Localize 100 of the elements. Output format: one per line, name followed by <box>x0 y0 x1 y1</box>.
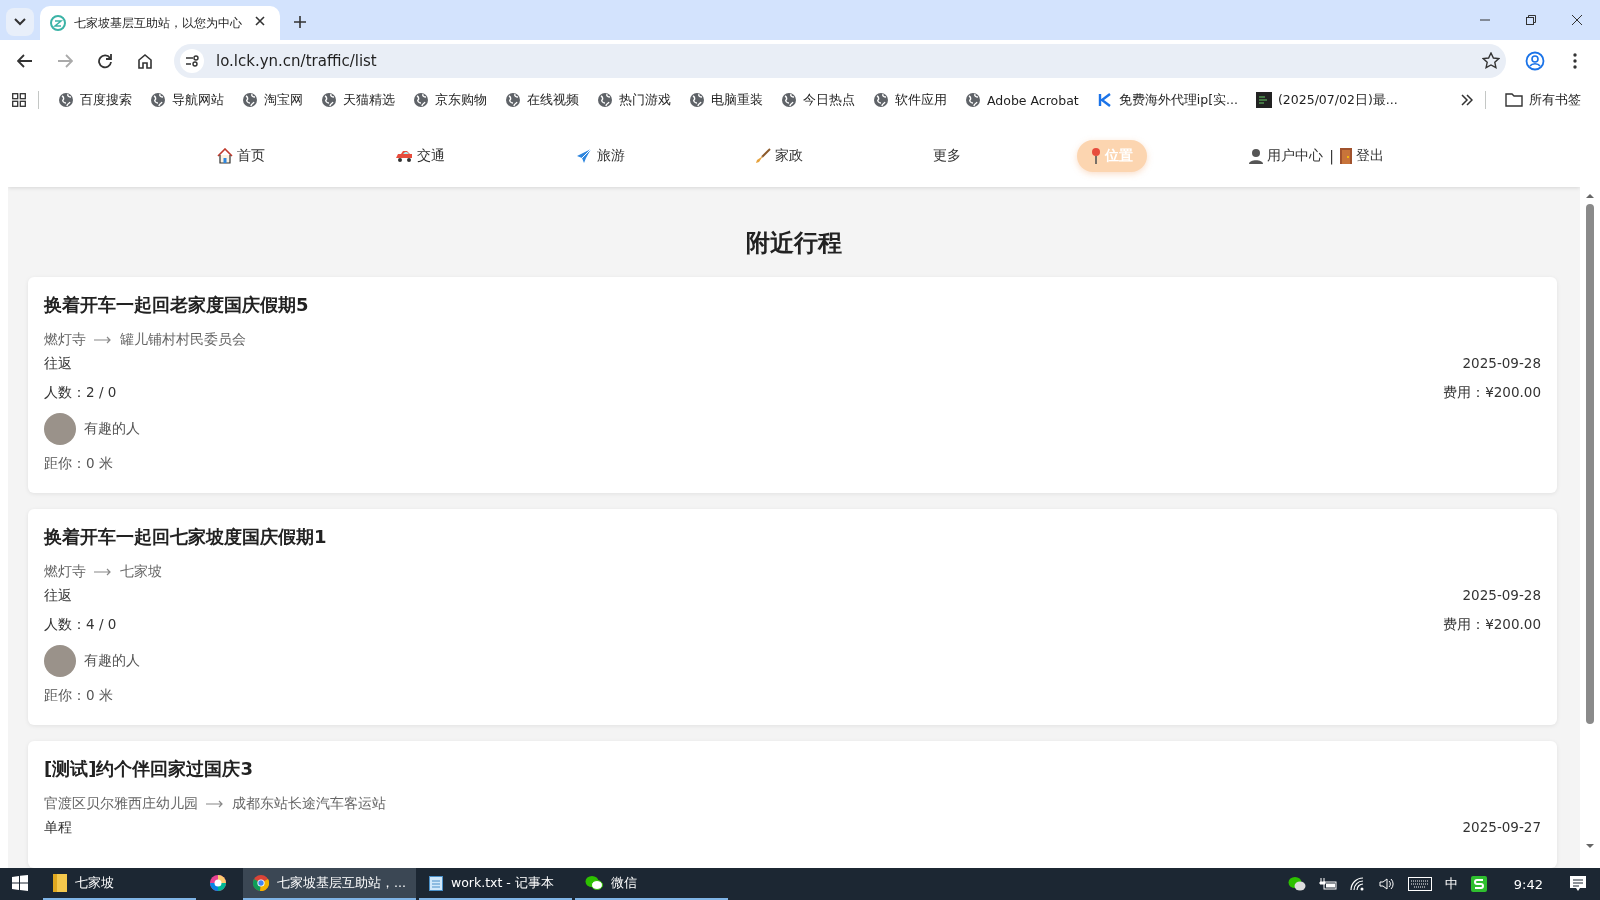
page-heading: 附近行程 <box>745 228 843 259</box>
more-icon <box>1573 53 1577 69</box>
arrow-right-icon <box>94 568 112 576</box>
wifi-icon[interactable] <box>1349 877 1366 891</box>
trip-title[interactable]: [测试]约个伴回家过国庆3 <box>44 757 1541 781</box>
globe-icon <box>965 92 981 108</box>
reload-icon <box>97 53 113 69</box>
star-icon[interactable] <box>1482 52 1500 70</box>
bookmark-item[interactable]: 热门游戏 <box>590 87 678 113</box>
folder-icon <box>53 874 67 892</box>
globe-icon <box>781 92 797 108</box>
bookmark-item[interactable]: 京东购物 <box>406 87 494 113</box>
trip-fee: 费用：¥200.00 <box>1443 384 1541 402</box>
restore-icon <box>1526 15 1536 25</box>
close-icon <box>1572 15 1582 25</box>
origin-text: 官渡区贝尔雅西庄幼儿园 <box>44 795 198 813</box>
distance-text: 距你：0 米 <box>44 455 114 473</box>
nav-link[interactable]: 家政 <box>741 139 818 172</box>
avatar-photo-placeholder <box>44 413 76 445</box>
forward-arrow-icon <box>57 53 73 69</box>
address-bar[interactable]: lo.lck.yn.cn/traffic/list <box>174 44 1506 78</box>
trip-type: 单程 <box>44 819 72 837</box>
destination-text: 成都东站长途汽车客运站 <box>232 795 386 813</box>
origin-text: 燃灯寺 <box>44 563 86 581</box>
trip-fee: 费用：¥200.00 <box>1443 616 1541 634</box>
trip-card[interactable]: [测试]约个伴回家过国庆3 官渡区贝尔雅西庄幼儿园 成都东站长途汽车客运站 单程 2025-09-27 <box>28 741 1557 868</box>
clock-time[interactable]: 9:42 <box>1513 876 1543 892</box>
site-logo-icon <box>50 15 66 31</box>
nav-link[interactable]: 旅游 <box>561 139 640 172</box>
input-method-indicator[interactable]: 中 <box>1444 875 1458 893</box>
user-center-link[interactable]: 用户中心 <box>1249 146 1324 165</box>
trip-title[interactable]: 换着开车一起回老家度国庆假期5 <box>44 293 1541 317</box>
trip-date: 2025-09-28 <box>1462 355 1541 373</box>
trip-card[interactable]: 换着开车一起回七家坡度国庆假期1 燃灯寺 七家坡 往返 2025-09-28 人数：4 / 0 费用：¥200.00 有趣的人 距你：0 米 <box>28 509 1557 725</box>
logout-link[interactable]: 登出 <box>1340 146 1384 165</box>
chevron-double-right-icon[interactable] <box>1461 94 1473 106</box>
trip-type: 往返 <box>44 355 72 373</box>
keyboard-icon[interactable] <box>1407 877 1432 891</box>
all-bookmarks-button[interactable]: 所有书签 <box>1498 87 1588 113</box>
avatar-photo-placeholder <box>44 645 76 677</box>
bookmark-item[interactable]: 天猫精选 <box>314 87 402 113</box>
bookmark-item[interactable]: 免费海外代理ip[实... <box>1089 87 1245 113</box>
bookmark-item[interactable]: 在线视频 <box>498 87 586 113</box>
pushpin-icon <box>1091 146 1102 165</box>
bookmark-item[interactable]: 淘宝网 <box>235 87 310 113</box>
car-icon <box>395 148 414 163</box>
chrome-logo-icon <box>253 875 269 891</box>
bookmark-item[interactable]: 导航网站 <box>143 87 231 113</box>
broom-icon <box>755 147 772 164</box>
windows-logo-icon <box>12 875 28 891</box>
trip-card[interactable]: 换着开车一起回老家度国庆假期5 燃灯寺 罐儿铺村村民委员会 往返 2025-09-28 人数：2 / 0 费用：¥200.00 有趣的人 距你：0 米 <box>28 277 1557 493</box>
color-wheel-icon <box>209 874 227 892</box>
globe-icon <box>58 92 74 108</box>
person-icon <box>1249 147 1264 164</box>
taskbar-app[interactable]: 七家坡基层互助站，... <box>243 868 416 900</box>
globe-icon <box>413 92 429 108</box>
url-text: lo.lck.yn.cn/traffic/list <box>216 52 377 70</box>
bookmark-item[interactable]: (2025/07/02日)最... <box>1248 87 1405 113</box>
battery-icon[interactable] <box>1318 878 1337 890</box>
tab-title: 七家坡基层互助站，以您为中心 <box>74 15 242 31</box>
destination-text: 罐儿铺村村民委员会 <box>120 331 246 349</box>
nav-link[interactable]: 更多 <box>919 139 976 172</box>
folder-icon <box>1505 93 1523 107</box>
bookmark-item[interactable]: 今日热点 <box>774 87 862 113</box>
profile-icon <box>1525 51 1545 71</box>
site-info-icon <box>180 49 204 73</box>
browser-tab[interactable]: 七家坡基层互助站，以您为中心 <box>40 6 280 40</box>
taskbar-app[interactable]: 微信 <box>574 868 728 900</box>
terminal-icon <box>1255 92 1272 108</box>
bookmark-item[interactable]: Adobe Acrobat <box>958 88 1086 112</box>
trip-date: 2025-09-28 <box>1462 587 1541 605</box>
home-icon <box>137 53 153 69</box>
tab-search-button[interactable] <box>6 8 34 36</box>
k-logo-icon <box>1096 92 1113 108</box>
apps-grid-icon[interactable] <box>12 93 26 107</box>
close-icon <box>255 16 265 26</box>
globe-icon <box>150 92 166 108</box>
nav-link[interactable]: 交通 <box>381 139 460 172</box>
taskbar-app[interactable]: work.txt - 记事本 <box>418 868 572 900</box>
s-logo-icon[interactable] <box>1470 876 1487 892</box>
bookmark-item[interactable]: 百度搜索 <box>51 87 139 113</box>
separator-text: | <box>1329 147 1334 164</box>
trip-title[interactable]: 换着开车一起回七家坡度国庆假期1 <box>44 525 1541 549</box>
passenger-count: 人数：2 / 0 <box>44 384 117 402</box>
wechat-icon <box>584 875 603 891</box>
taskbar-app[interactable]: 七家坡 <box>43 868 196 900</box>
arrow-right-icon <box>94 336 112 344</box>
trip-type: 往返 <box>44 587 72 605</box>
plus-icon <box>294 16 306 28</box>
nav-link[interactable]: 首页 <box>203 139 279 172</box>
bookmark-item[interactable]: 电脑重装 <box>682 87 770 113</box>
wechat-icon[interactable] <box>1287 876 1306 892</box>
globe-icon <box>505 92 521 108</box>
user-name: 有趣的人 <box>84 652 140 670</box>
notification-icon[interactable] <box>1570 876 1586 892</box>
bookmark-item[interactable]: 软件应用 <box>866 87 954 113</box>
speaker-icon[interactable] <box>1378 877 1395 891</box>
trip-date: 2025-09-27 <box>1462 819 1541 837</box>
user-name: 有趣的人 <box>84 420 140 438</box>
destination-text: 七家坡 <box>120 563 162 581</box>
